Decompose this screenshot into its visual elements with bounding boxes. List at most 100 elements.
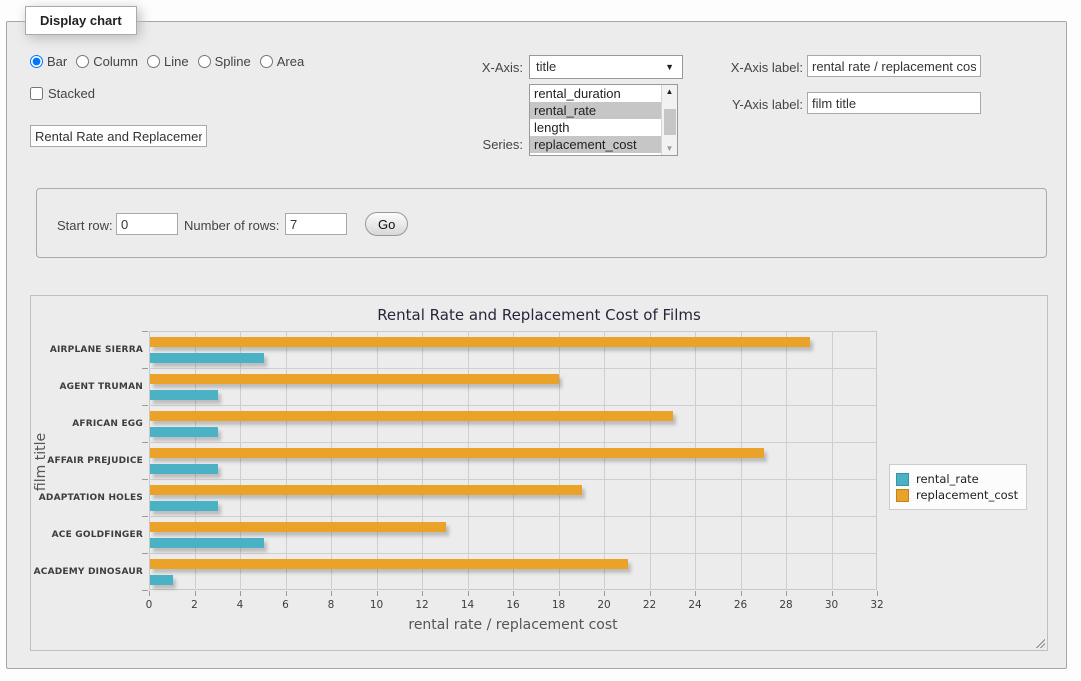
x-tick-label: 16	[498, 599, 528, 611]
scroll-down-icon[interactable]: ▼	[662, 144, 677, 153]
chart-type-option-spline[interactable]: Spline	[198, 54, 251, 69]
chart-type-radio-bar[interactable]	[30, 55, 43, 68]
chart-legend: rental_rate replacement_cost	[889, 464, 1027, 510]
x-axis-selected-value: title	[536, 59, 556, 74]
x-tickmark	[422, 591, 423, 596]
gridline	[195, 331, 196, 590]
x-tickmark	[331, 591, 332, 596]
scroll-up-icon[interactable]: ▲	[662, 87, 677, 96]
gridline	[331, 331, 332, 590]
y-axis-label-input[interactable]	[807, 92, 981, 114]
gridline	[149, 405, 877, 406]
x-axis-label-input[interactable]	[807, 55, 981, 77]
stacked-checkbox[interactable]	[30, 87, 43, 100]
chart-type-option-column[interactable]: Column	[76, 54, 138, 69]
scrollbar-thumb[interactable]	[664, 109, 676, 135]
x-tickmark	[786, 591, 787, 596]
stacked-label-wrap[interactable]: Stacked	[30, 86, 95, 101]
x-tickmark	[877, 591, 878, 596]
x-tickmark	[149, 591, 150, 596]
category-label: AIRPLANE SIERRA	[33, 345, 143, 355]
gridline	[741, 331, 742, 590]
category-label: ACE GOLDFINGER	[33, 530, 143, 540]
chart-type-radio-column[interactable]	[76, 55, 89, 68]
gridline	[422, 331, 423, 590]
x-tick-label: 2	[180, 599, 210, 611]
x-tickmark	[741, 591, 742, 596]
category-label: AFFAIR PREJUDICE	[33, 456, 143, 466]
series-option-rental_duration[interactable]: rental_duration	[530, 85, 677, 102]
x-tick-label: 24	[680, 599, 710, 611]
number-of-rows-label: Number of rows:	[184, 218, 279, 233]
x-tick-label: 32	[862, 599, 892, 611]
y-tickmark	[142, 331, 148, 332]
category-label: ACADEMY DINOSAUR	[33, 567, 143, 577]
bar-replacement_cost	[150, 374, 559, 384]
y-tickmark	[142, 479, 148, 480]
gridline	[149, 553, 877, 554]
x-tickmark	[286, 591, 287, 596]
chart-type-option-area[interactable]: Area	[260, 54, 304, 69]
start-row-input[interactable]	[116, 213, 178, 235]
legend-swatch-replacement_cost	[896, 489, 909, 502]
x-axis-select[interactable]: title ▼	[529, 55, 683, 79]
chart-type-radio-group: Bar Column Line Spline Area	[30, 54, 313, 69]
bar-rental_rate	[150, 427, 218, 437]
chart-type-radio-label: Spline	[215, 54, 251, 69]
y-tickmark	[142, 442, 148, 443]
stacked-row: Stacked	[30, 86, 95, 101]
bar-replacement_cost	[150, 448, 764, 458]
x-tick-label: 18	[544, 599, 574, 611]
chart-type-radio-label: Area	[277, 54, 304, 69]
series-listbox[interactable]: ▲ ▼ rental_durationrental_ratelengthrepl…	[529, 84, 678, 156]
x-tickmark	[195, 591, 196, 596]
y-tickmark	[142, 516, 148, 517]
listbox-scrollbar[interactable]: ▲ ▼	[661, 85, 677, 155]
bar-rental_rate	[150, 538, 264, 548]
x-tickmark	[604, 591, 605, 596]
legend-label: rental_rate	[916, 472, 979, 486]
series-option-length[interactable]: length	[530, 119, 677, 136]
series-option-replacement_cost[interactable]: replacement_cost	[530, 136, 677, 153]
bar-rental_rate	[150, 501, 218, 511]
chart-container: Rental Rate and Replacement Cost of Film…	[30, 295, 1048, 651]
x-tick-label: 22	[635, 599, 665, 611]
number-of-rows-input[interactable]	[285, 213, 347, 235]
x-axis-select-label: X-Axis:	[433, 60, 523, 75]
series-select-label: Series:	[433, 137, 523, 152]
chart-type-radio-spline[interactable]	[198, 55, 211, 68]
legend-row-replacement_cost: replacement_cost	[896, 488, 1018, 502]
bar-replacement_cost	[150, 337, 810, 347]
chart-title: Rental Rate and Replacement Cost of Film…	[31, 306, 1047, 324]
x-tick-label: 26	[726, 599, 756, 611]
x-axis-title: rental rate / replacement cost	[313, 617, 713, 633]
gridline	[149, 479, 877, 480]
stacked-label: Stacked	[48, 86, 95, 101]
go-button[interactable]: Go	[365, 212, 408, 236]
category-label: AFRICAN EGG	[33, 419, 143, 429]
chart-type-radio-label: Column	[93, 54, 138, 69]
gridline	[513, 331, 514, 590]
gridline	[604, 331, 605, 590]
x-tickmark	[513, 591, 514, 596]
display-chart-page: Display chart BarColumnLineSplineArea St…	[0, 0, 1081, 681]
x-tick-label: 4	[225, 599, 255, 611]
x-tick-label: 20	[589, 599, 619, 611]
chart-type-option-bar[interactable]: Bar	[30, 54, 67, 69]
chart-title-input[interactable]	[30, 125, 207, 147]
legend-swatch-rental_rate	[896, 473, 909, 486]
gridline	[832, 331, 833, 590]
chart-type-radio-line[interactable]	[147, 55, 160, 68]
resize-handle-icon[interactable]	[1034, 637, 1045, 648]
gridline	[468, 331, 469, 590]
chart-type-radio-area[interactable]	[260, 55, 273, 68]
gridline	[240, 331, 241, 590]
chart-type-radio-label: Line	[164, 54, 189, 69]
gridline	[286, 331, 287, 590]
chart-type-option-line[interactable]: Line	[147, 54, 189, 69]
x-tickmark	[695, 591, 696, 596]
x-tickmark	[650, 591, 651, 596]
series-option-rental_rate[interactable]: rental_rate	[530, 102, 677, 119]
chart-type-radio-label: Bar	[47, 54, 67, 69]
x-tick-label: 10	[362, 599, 392, 611]
